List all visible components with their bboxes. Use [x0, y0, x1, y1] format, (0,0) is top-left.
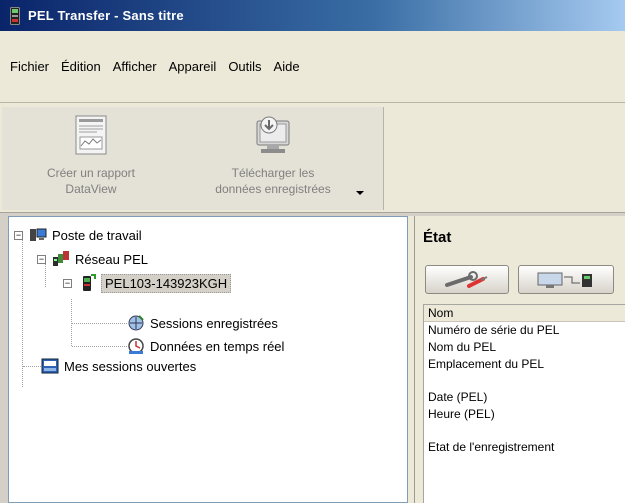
pel-device-icon — [83, 274, 96, 291]
create-report-button[interactable]: Créer un rapport DataView — [16, 115, 166, 197]
tree-node-realtime[interactable]: Données en temps réel — [127, 336, 284, 356]
table-row: Nom du PEL — [428, 340, 497, 354]
table-row: Heure (PEL) — [428, 407, 495, 421]
tree-label-device: PEL103-143923KGH — [101, 273, 232, 293]
menu-bar: Fichier Édition Afficher Appareil Outils… — [0, 31, 625, 103]
clock-icon — [128, 338, 144, 354]
collapse-icon[interactable]: − — [63, 278, 72, 288]
device-tree: − Poste de travail − Réseau PEL − PEL103… — [8, 216, 408, 503]
menu-fichier[interactable]: Fichier — [10, 59, 49, 74]
create-report-label-2: DataView — [65, 182, 117, 196]
menu-edition[interactable]: Édition — [61, 59, 101, 74]
collapse-icon[interactable]: − — [37, 254, 46, 264]
download-label-1: Télécharger les — [231, 166, 315, 180]
tree-node-device[interactable]: − PEL103-143923KGH — [63, 273, 232, 293]
tree-label-reseau: Réseau PEL — [75, 251, 148, 267]
state-panel: État Nom Numéro de série du PEL Nom du P… — [414, 216, 625, 503]
download-label-2: données enregistrées — [215, 182, 331, 196]
computer-device-button[interactable] — [518, 265, 614, 294]
tree-node-sessions[interactable]: Sessions enregistrées — [127, 313, 278, 333]
tree-connector — [23, 366, 43, 367]
title-bar: PEL Transfer - Sans titre — [0, 0, 625, 31]
create-report-label-1: Créer un rapport — [46, 166, 136, 180]
tree-label-realtime: Données en temps réel — [150, 338, 285, 354]
menu-appareil[interactable]: Appareil — [169, 59, 217, 74]
state-info-table: Nom Numéro de série du PEL Nom du PEL Em… — [423, 304, 625, 503]
pel-device-icon — [10, 6, 20, 25]
tree-label-open-sessions: Mes sessions ouvertes — [64, 358, 197, 374]
table-row: Etat de l'enregistrement — [428, 440, 555, 454]
tree-connector — [72, 346, 127, 347]
report-document-icon — [75, 115, 107, 155]
wrench-screwdriver-icon — [445, 270, 488, 288]
download-recorded-data-button[interactable]: Télécharger les données enregistrées — [178, 115, 368, 197]
tree-connector — [72, 323, 127, 324]
menu-aide[interactable]: Aide — [274, 59, 300, 74]
workstation-icon — [30, 228, 47, 241]
tree-node-open-sessions[interactable]: Mes sessions ouvertes — [41, 356, 196, 376]
toolbar-group: Créer un rapport DataView Télécharger le… — [2, 107, 384, 210]
tree-node-poste[interactable]: − Poste de travail — [14, 225, 142, 245]
recorded-sessions-icon — [128, 315, 144, 331]
menu-outils[interactable]: Outils — [228, 59, 261, 74]
tree-connector — [22, 237, 23, 387]
table-header[interactable]: Nom — [424, 305, 625, 322]
table-row — [424, 423, 625, 439]
download-dropdown-arrow-icon[interactable] — [356, 191, 364, 195]
table-row: Numéro de série du PEL — [428, 323, 560, 337]
tree-label-sessions: Sessions enregistrées — [150, 315, 278, 331]
menu-afficher[interactable]: Afficher — [113, 59, 157, 74]
table-row: Date (PEL) — [428, 390, 488, 404]
collapse-icon[interactable]: − — [14, 230, 23, 240]
computer-link-icon — [537, 272, 592, 288]
tree-node-reseau[interactable]: − Réseau PEL — [37, 249, 148, 269]
computer-download-icon — [256, 116, 290, 153]
state-title: État — [423, 229, 452, 246]
tree-label-poste: Poste de travail — [52, 227, 142, 243]
table-row — [424, 373, 625, 389]
toolbar: Créer un rapport DataView Télécharger le… — [0, 103, 625, 213]
window-title: PEL Transfer - Sans titre — [28, 8, 184, 23]
table-row: Emplacement du PEL — [428, 357, 545, 371]
open-sessions-icon — [41, 358, 59, 374]
configure-button[interactable] — [425, 265, 509, 294]
pel-network-icon — [53, 251, 69, 266]
